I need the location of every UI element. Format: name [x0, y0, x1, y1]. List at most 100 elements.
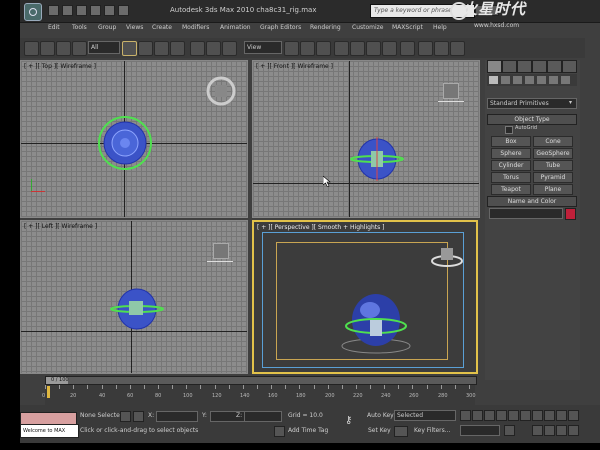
auto-key-button[interactable]: Auto Key: [367, 412, 394, 419]
pivot-center-icon[interactable]: [284, 41, 299, 56]
hierarchy-tab-icon[interactable]: [517, 60, 532, 73]
selection-filter-dropdown[interactable]: All: [88, 41, 120, 54]
reference-coordinate-dropdown[interactable]: View: [244, 41, 282, 54]
undo-icon[interactable]: [90, 5, 101, 16]
field-of-view-icon[interactable]: [532, 425, 543, 436]
menu-edit[interactable]: Edit: [48, 24, 60, 31]
key-mode-icon[interactable]: [520, 410, 531, 421]
named-selection-icon[interactable]: [400, 41, 415, 56]
previous-frame-icon[interactable]: [472, 410, 483, 421]
scale-icon[interactable]: [222, 41, 237, 56]
angle-snap-icon[interactable]: [350, 41, 365, 56]
next-frame-icon[interactable]: [496, 410, 507, 421]
character-rig-perspective-view[interactable]: [340, 288, 420, 358]
set-key-button[interactable]: Set Key: [368, 427, 391, 434]
absolute-mode-icon[interactable]: [133, 411, 144, 422]
teapot-button[interactable]: Teapot: [491, 184, 531, 195]
new-file-icon[interactable]: [48, 5, 59, 16]
helpers-icon[interactable]: [537, 76, 546, 84]
display-tab-icon[interactable]: [547, 60, 562, 73]
viewport-perspective[interactable]: [ + ][ Perspective ][ Smooth + Highlight…: [252, 220, 478, 374]
zoom-icon[interactable]: [532, 410, 543, 421]
character-rig-left-view[interactable]: [109, 279, 165, 335]
app-logo-icon[interactable]: [24, 3, 42, 21]
maxscript-welcome[interactable]: Welcome to MAX: [20, 424, 79, 438]
systems-icon[interactable]: [561, 76, 570, 84]
undo-tool-icon[interactable]: [24, 41, 39, 56]
menu-help[interactable]: Help: [433, 24, 447, 31]
maximize-viewport-icon[interactable]: [568, 425, 579, 436]
cone-button[interactable]: Cone: [533, 136, 573, 147]
keyboard-shortcut-icon[interactable]: [316, 41, 331, 56]
project-folder-icon[interactable]: [118, 5, 129, 16]
menu-group[interactable]: Group: [98, 24, 116, 31]
viewport-front[interactable]: [ + ][ Front ][ Wireframe ]: [252, 60, 480, 218]
track-bar[interactable]: 0 20 40 60 80 100 120 140 160 180 200 220 240 260 280 3…: [42, 385, 476, 405]
cameras-icon[interactable]: [525, 76, 534, 84]
zoom-all-icon[interactable]: [544, 410, 555, 421]
mirror-icon[interactable]: [418, 41, 433, 56]
object-name-field[interactable]: [489, 208, 563, 219]
menu-create[interactable]: Create: [152, 24, 172, 31]
viewport-top-label[interactable]: [ + ][ Top ][ Wireframe ]: [24, 63, 96, 70]
character-rig-top-view[interactable]: [93, 111, 157, 175]
space-warps-icon[interactable]: [549, 76, 558, 84]
unlink-icon[interactable]: [72, 41, 87, 56]
menu-customize[interactable]: Customize: [352, 24, 384, 31]
tube-button[interactable]: Tube: [533, 160, 573, 171]
menu-graph-editors[interactable]: Graph Editors: [260, 24, 301, 31]
z-coordinate-field[interactable]: [244, 411, 282, 422]
snaps-toggle-icon[interactable]: [334, 41, 349, 56]
select-manipulate-icon[interactable]: [300, 41, 315, 56]
cylinder-button[interactable]: Cylinder: [491, 160, 531, 171]
key-selection-dropdown[interactable]: Selected: [394, 410, 456, 421]
current-frame-field[interactable]: [460, 425, 500, 436]
viewport-front-label[interactable]: [ + ][ Front ][ Wireframe ]: [256, 63, 333, 70]
lock-selection-icon[interactable]: [120, 411, 131, 422]
add-time-tag-button[interactable]: Add Time Tag: [288, 427, 328, 434]
pan-view-icon[interactable]: [544, 425, 555, 436]
link-icon[interactable]: [56, 41, 71, 56]
geosphere-button[interactable]: GeoSphere: [533, 148, 573, 159]
modify-tab-icon[interactable]: [502, 60, 517, 73]
pyramid-button[interactable]: Pyramid: [533, 172, 573, 183]
redo-icon[interactable]: [104, 5, 115, 16]
spinner-snap-icon[interactable]: [382, 41, 397, 56]
dropdown-arrow-icon[interactable]: ▾: [569, 99, 572, 106]
select-by-name-icon[interactable]: [138, 41, 153, 56]
zoom-extents-icon[interactable]: [556, 410, 567, 421]
plane-button[interactable]: Plane: [533, 184, 573, 195]
torus-button[interactable]: Torus: [491, 172, 531, 183]
lights-icon[interactable]: [513, 76, 522, 84]
set-key-icon[interactable]: [394, 426, 408, 437]
shapes-icon[interactable]: [501, 76, 510, 84]
object-type-rollout[interactable]: Object Type: [487, 114, 577, 125]
move-icon[interactable]: [190, 41, 205, 56]
sphere-button[interactable]: Sphere: [491, 148, 531, 159]
viewport-left-label[interactable]: [ + ][ Left ][ Wireframe ]: [24, 223, 97, 230]
layer-manager-icon[interactable]: [450, 41, 465, 56]
open-file-icon[interactable]: [62, 5, 73, 16]
name-and-color-rollout[interactable]: Name and Color: [487, 196, 577, 207]
select-object-icon[interactable]: [122, 41, 137, 56]
orbit-icon[interactable]: [556, 425, 567, 436]
percent-snap-icon[interactable]: [366, 41, 381, 56]
time-slider[interactable]: 0 / 100: [45, 376, 477, 385]
primitive-category-dropdown[interactable]: Standard Primitives: [487, 98, 577, 109]
rectangular-selection-icon[interactable]: [154, 41, 169, 56]
menu-maxscript[interactable]: MAXScript: [392, 24, 423, 31]
save-file-icon[interactable]: [76, 5, 87, 16]
viewport-top[interactable]: [ + ][ Top ][ Wireframe ]: [20, 60, 248, 218]
create-tab-icon[interactable]: [487, 60, 502, 73]
menu-rendering[interactable]: Rendering: [310, 24, 341, 31]
redo-tool-icon[interactable]: [40, 41, 55, 56]
play-icon[interactable]: [484, 410, 495, 421]
object-color-swatch[interactable]: [565, 208, 576, 220]
character-rig-front-view[interactable]: [349, 131, 405, 187]
go-to-end-icon[interactable]: [508, 410, 519, 421]
viewport-left[interactable]: [ + ][ Left ][ Wireframe ]: [20, 220, 248, 374]
zoom-extents-all-icon[interactable]: [568, 410, 579, 421]
time-tag-icon[interactable]: [274, 426, 285, 437]
menu-views[interactable]: Views: [126, 24, 143, 31]
rotate-icon[interactable]: [206, 41, 221, 56]
